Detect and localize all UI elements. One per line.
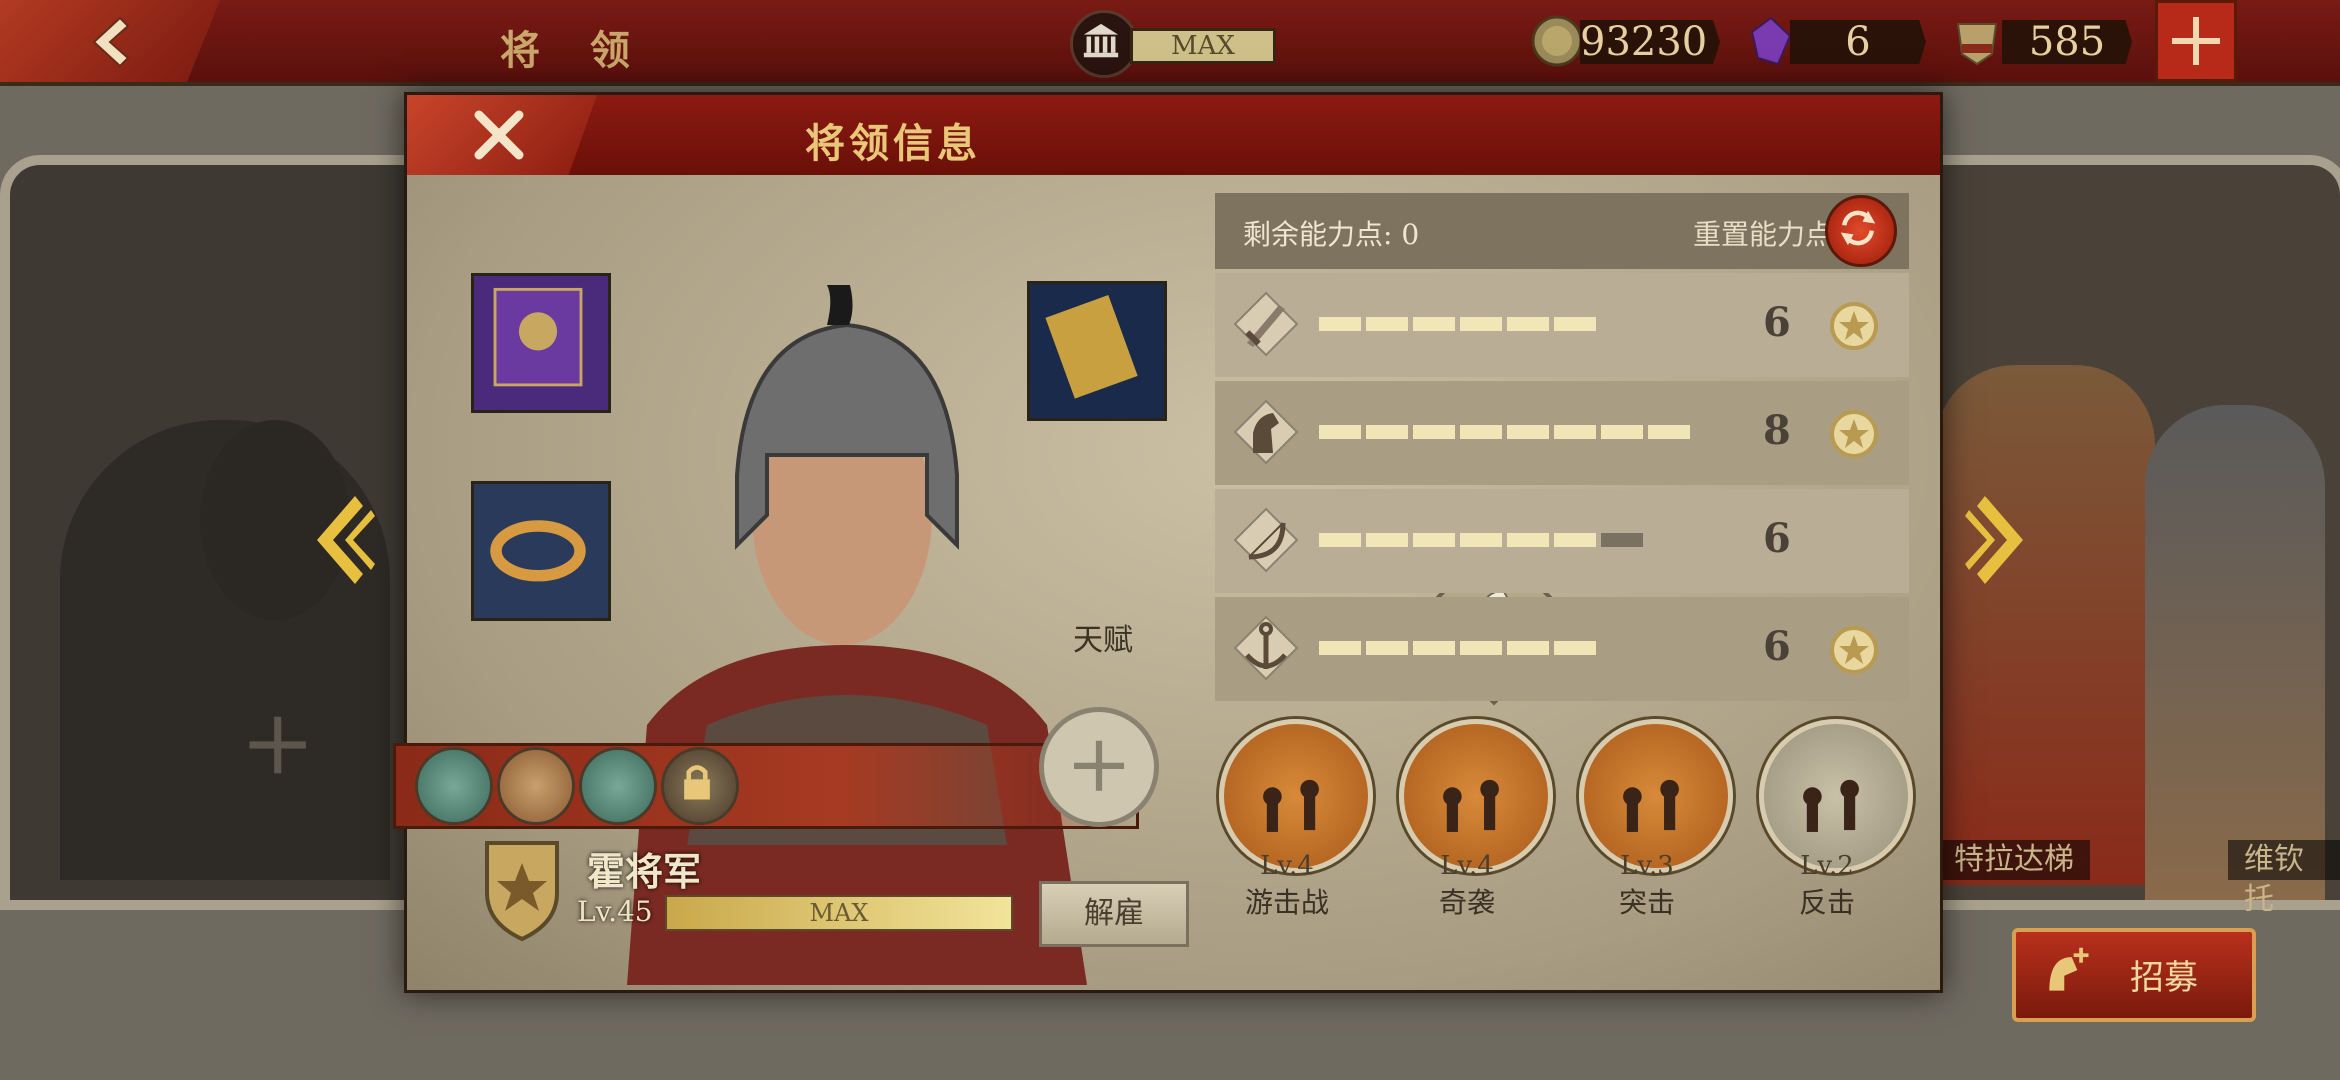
coin-count: 93230 xyxy=(1580,20,1720,64)
skill-name: 反击 xyxy=(1798,886,1855,919)
sword-icon xyxy=(1233,291,1299,357)
gem-count: 6 xyxy=(1790,20,1926,64)
skill-icon[interactable] xyxy=(1579,719,1733,873)
stat-row: 6 xyxy=(1215,489,1909,593)
stat-bar-segment xyxy=(1460,317,1502,331)
skill-name: 奇袭 xyxy=(1438,886,1495,919)
prev-hero-arrow-icon[interactable] xyxy=(305,490,375,590)
stat-row: 8 xyxy=(1215,381,1909,485)
stat-bar-segment xyxy=(1366,425,1408,439)
stat-bar-segment xyxy=(1460,425,1502,439)
plus-icon xyxy=(2172,17,2220,65)
building-level: MAX xyxy=(1130,28,1276,64)
skill-level: Lv.4 xyxy=(1260,851,1314,881)
stat-bar-segment xyxy=(1554,533,1596,547)
modal-header: 将领信息 xyxy=(407,95,1940,175)
skill-name: 突击 xyxy=(1618,886,1675,919)
skill-level: Lv.2 xyxy=(1800,851,1854,881)
general-info-modal: 将领信息 天赋 + 霍将军 Lv.45 MAX 解雇 剩余能力点: 0 重置能力… xyxy=(393,92,1943,993)
rank-badge-green xyxy=(579,747,657,825)
laurel-wreath-icon xyxy=(490,520,586,582)
xp-bar: MAX xyxy=(665,895,1013,931)
star-medal-icon[interactable] xyxy=(1819,399,1889,469)
stat-bar-segment xyxy=(1319,641,1361,655)
top-bar: 将 领 MAX 93230 6 585 xyxy=(0,0,2340,86)
hero-name-tag: 特拉达梯 xyxy=(1938,840,2090,880)
reset-points-label: 重置能力点 xyxy=(1693,218,1834,251)
hero-level: Lv.45 xyxy=(577,895,653,928)
stat-value: 6 xyxy=(1763,623,1791,670)
recruit-label: 招募 xyxy=(2130,958,2198,998)
stat-bar-segment xyxy=(1507,641,1549,655)
gem-icon xyxy=(1750,16,1792,66)
spqr-count: 585 xyxy=(2002,20,2132,64)
stat-bar-segment xyxy=(1460,641,1502,655)
close-icon xyxy=(474,110,524,160)
stat-bar-segment xyxy=(1319,317,1361,331)
refresh-icon xyxy=(1840,210,1876,246)
skill-name: 游击战 xyxy=(1244,886,1329,919)
stat-bar-segment xyxy=(1648,425,1690,439)
add-skill-button[interactable]: + xyxy=(1039,707,1159,827)
stat-row: 6 xyxy=(1215,597,1909,701)
add-hero-slot[interactable]: + xyxy=(240,690,315,795)
back-button[interactable] xyxy=(0,0,220,82)
remaining-points-label: 剩余能力点: 0 xyxy=(1243,218,1420,251)
stat-bar-segment xyxy=(1601,425,1643,439)
stat-bar-segment xyxy=(1554,317,1596,331)
stat-value: 6 xyxy=(1763,299,1791,346)
rank-shield-icon xyxy=(485,841,559,942)
modal-title: 将领信息 xyxy=(805,120,981,167)
stat-bar-segment xyxy=(1413,641,1455,655)
skill-level: Lv.4 xyxy=(1440,851,1494,881)
stat-bar-segment xyxy=(1366,533,1408,547)
stat-bar-segment xyxy=(1319,533,1361,547)
hero-name-tag: 维钦托 xyxy=(2228,840,2340,917)
stat-bar-segment xyxy=(1554,641,1596,655)
helmet-plus-icon xyxy=(2049,947,2089,991)
stat-bar-segment xyxy=(1507,317,1549,331)
spqr-icon xyxy=(1956,23,1998,66)
stat-value: 8 xyxy=(1763,407,1791,454)
rank-badge-bronze xyxy=(497,747,575,825)
banner-icon xyxy=(493,287,583,387)
stat-bar-segment xyxy=(1366,317,1408,331)
stat-bar-segment xyxy=(1601,533,1643,547)
stat-bar-segment xyxy=(1507,533,1549,547)
anchor-icon xyxy=(1233,615,1299,681)
skill-icon[interactable] xyxy=(1219,719,1373,873)
stat-bar-segment xyxy=(1413,425,1455,439)
stat-bar-segment xyxy=(1507,425,1549,439)
star-medal-icon[interactable] xyxy=(1819,615,1889,685)
hero-name: 霍将军 xyxy=(587,849,702,894)
skill-icon[interactable] xyxy=(1759,719,1913,873)
close-button[interactable] xyxy=(407,95,597,175)
stat-bar-segment xyxy=(1460,533,1502,547)
horse-icon xyxy=(1233,399,1299,465)
dismiss-button[interactable]: 解雇 xyxy=(1039,881,1189,947)
page-title: 将 领 xyxy=(500,27,648,74)
locked-badge[interactable] xyxy=(661,747,739,825)
stat-bar-segment xyxy=(1319,425,1361,439)
stat-bar-segment xyxy=(1413,533,1455,547)
bow-icon xyxy=(1233,507,1299,573)
lock-icon xyxy=(684,765,710,800)
back-arrow-icon xyxy=(92,16,130,68)
stat-bar-segment xyxy=(1366,641,1408,655)
skill-level: Lv.3 xyxy=(1620,851,1674,881)
reset-points-button[interactable] xyxy=(1825,195,1897,267)
skill-icon[interactable] xyxy=(1399,719,1553,873)
stat-value: 6 xyxy=(1763,515,1791,562)
star-medal-icon[interactable] xyxy=(1819,291,1889,361)
stat-bar-segment xyxy=(1413,317,1455,331)
stat-bar-segment xyxy=(1554,425,1596,439)
add-resource-button[interactable] xyxy=(2155,0,2237,82)
rank-badge-green xyxy=(415,747,493,825)
temple-icon xyxy=(1070,10,1138,78)
coin-icon xyxy=(1531,15,1583,67)
stat-row: 6 xyxy=(1215,273,1909,377)
next-hero-arrow-icon[interactable] xyxy=(1965,490,2035,590)
